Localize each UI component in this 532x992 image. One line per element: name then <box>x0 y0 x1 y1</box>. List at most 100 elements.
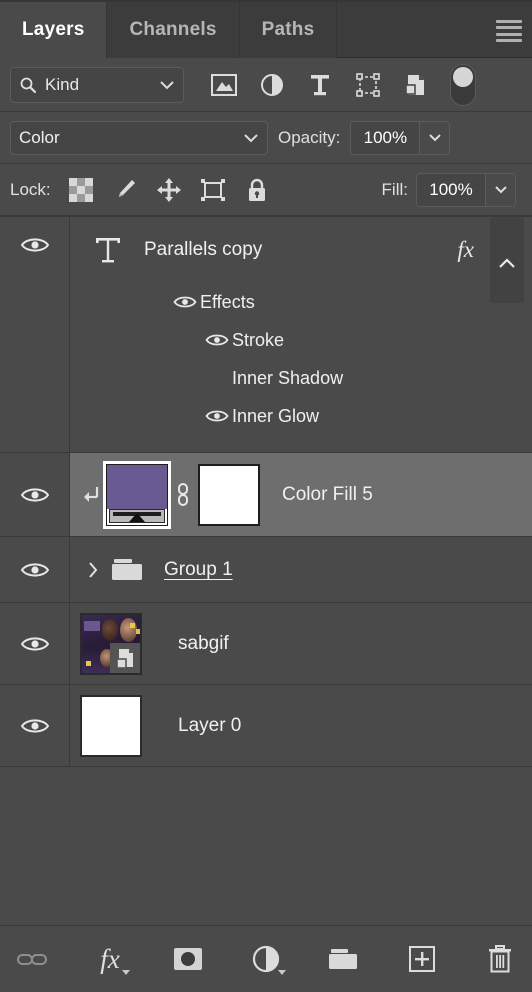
layer-name[interactable]: Parallels copy <box>144 239 262 261</box>
filter-pixel-layers-icon[interactable] <box>200 65 248 105</box>
layer-visibility-toggle[interactable] <box>0 453 70 536</box>
filter-adjustment-layers-icon[interactable] <box>248 65 296 105</box>
delete-layer-icon[interactable] <box>478 937 522 981</box>
filter-type-icons <box>200 63 476 106</box>
layer-visibility-toggle[interactable] <box>0 537 70 602</box>
lock-transparent-pixels-icon[interactable] <box>59 171 103 209</box>
table-row[interactable]: Group 1 <box>0 537 532 603</box>
lock-position-icon[interactable] <box>147 171 191 209</box>
filter-kind-label: Kind <box>45 74 80 94</box>
layer-thumbnail[interactable] <box>103 460 171 529</box>
blend-mode-value: Color <box>19 127 60 147</box>
layer-name[interactable]: Layer 0 <box>178 715 241 737</box>
link-layers-icon[interactable] <box>10 937 54 981</box>
effects-row-inner-shadow[interactable]: Inner Shadow <box>70 359 532 397</box>
layer-row-layer-0[interactable]: Layer 0 <box>70 685 532 766</box>
lock-row: Lock: Fill: 100% <box>0 164 532 216</box>
filter-type-layers-icon[interactable] <box>296 65 344 105</box>
new-layer-icon[interactable] <box>400 937 444 981</box>
layer-mask-thumbnail[interactable] <box>198 463 260 526</box>
filter-smart-object-layers-icon[interactable] <box>392 65 440 105</box>
effects-row-inner-glow[interactable]: Inner Glow <box>70 397 532 435</box>
fill-value[interactable]: 100% <box>417 173 485 206</box>
opacity-value[interactable]: 100% <box>351 121 420 154</box>
new-group-icon[interactable] <box>322 937 366 981</box>
link-mask-icon[interactable] <box>168 482 198 508</box>
table-row[interactable]: Layer 0 <box>0 685 532 767</box>
inner-glow-visibility-toggle[interactable] <box>202 408 232 424</box>
stroke-label: Stroke <box>232 329 285 350</box>
fill-field[interactable]: 100% <box>416 172 516 207</box>
layer-name[interactable]: Color Fill 5 <box>282 484 373 506</box>
panel-tab-bar: Layers Channels Paths <box>0 0 532 58</box>
layer-style-fx-icon[interactable]: fx <box>88 937 132 981</box>
lock-artboard-nesting-icon[interactable] <box>191 171 235 209</box>
blend-mode-dropdown[interactable]: Color <box>10 120 268 155</box>
lock-label: Lock: <box>10 179 51 199</box>
group-folder-icon <box>106 557 150 583</box>
chevron-right-icon[interactable] <box>80 560 106 580</box>
layer-visibility-toggle[interactable] <box>0 603 70 684</box>
table-row[interactable]: Color Fill 5 <box>0 453 532 537</box>
layer-fx-badge[interactable]: fx <box>457 237 474 263</box>
lock-all-icon[interactable] <box>235 171 279 209</box>
layer-visibility-toggle[interactable] <box>0 685 70 766</box>
search-icon <box>19 76 37 94</box>
smart-object-badge-icon <box>110 642 140 673</box>
eye-icon <box>173 296 197 308</box>
tab-layers-label: Layers <box>22 19 85 40</box>
tab-paths[interactable]: Paths <box>239 2 338 58</box>
filter-kind-dropdown[interactable]: Kind <box>10 66 184 103</box>
layer-visibility-toggle[interactable] <box>0 217 70 452</box>
tab-channels[interactable]: Channels <box>107 2 240 58</box>
fill-label: Fill: <box>381 179 408 199</box>
chevron-down-icon <box>243 133 259 143</box>
layer-list[interactable]: Parallels copy fx Effects Stroke Inner S… <box>0 216 532 925</box>
filter-shape-layers-icon[interactable] <box>344 65 392 105</box>
effects-row-effects[interactable]: Effects <box>70 283 532 321</box>
layer-row-group-1[interactable]: Group 1 <box>70 537 532 602</box>
opacity-field[interactable]: 100% <box>350 120 451 155</box>
add-layer-mask-icon[interactable] <box>166 937 210 981</box>
new-adjustment-layer-icon[interactable] <box>244 937 288 981</box>
eye-icon <box>20 718 49 733</box>
eye-icon <box>20 238 49 252</box>
layer-row-color-fill-5[interactable]: Color Fill 5 <box>70 453 532 536</box>
table-row[interactable]: Parallels copy fx Effects Stroke Inner S… <box>0 217 532 453</box>
tab-paths-label: Paths <box>261 19 315 40</box>
inner-shadow-label: Inner Shadow <box>232 367 344 388</box>
eye-icon <box>20 636 49 651</box>
tab-layers[interactable]: Layers <box>0 2 108 58</box>
eye-icon <box>20 562 49 577</box>
layer-name[interactable]: Group 1 <box>164 559 233 581</box>
blend-row: Color Opacity: 100% <box>0 112 532 164</box>
inner-glow-label: Inner Glow <box>232 405 320 426</box>
layer-thumbnail[interactable] <box>80 694 142 757</box>
type-layer-icon <box>80 234 136 266</box>
effects-label: Effects <box>200 291 255 312</box>
layers-panel: Layers Channels Paths Kind Color Opacity… <box>0 0 532 992</box>
collapse-effects-button[interactable] <box>490 217 524 303</box>
opacity-label: Opacity: <box>278 127 341 147</box>
chevron-down-icon <box>159 80 175 90</box>
clipping-mask-icon <box>80 484 106 506</box>
stroke-visibility-toggle[interactable] <box>202 332 232 348</box>
eye-icon <box>205 410 229 422</box>
filter-enable-toggle[interactable] <box>450 63 476 106</box>
layers-bottom-toolbar: fx <box>0 925 532 992</box>
effects-visibility-toggle[interactable] <box>170 294 200 310</box>
effects-row-stroke[interactable]: Stroke <box>70 321 532 359</box>
filter-row: Kind <box>0 58 532 112</box>
layer-thumbnail[interactable] <box>80 612 142 675</box>
eye-icon <box>205 334 229 346</box>
opacity-stepper[interactable] <box>419 121 450 154</box>
lock-image-pixels-icon[interactable] <box>103 171 147 209</box>
layer-row-sabgif[interactable]: sabgif <box>70 603 532 684</box>
layer-name[interactable]: sabgif <box>178 633 229 655</box>
layer-row-parallels-copy[interactable]: Parallels copy fx <box>70 217 532 303</box>
layer-list-empty-area[interactable] <box>0 767 532 925</box>
fill-stepper[interactable] <box>485 173 515 206</box>
hamburger-menu-icon[interactable] <box>496 20 522 42</box>
eye-icon <box>20 487 49 502</box>
table-row[interactable]: sabgif <box>0 603 532 685</box>
